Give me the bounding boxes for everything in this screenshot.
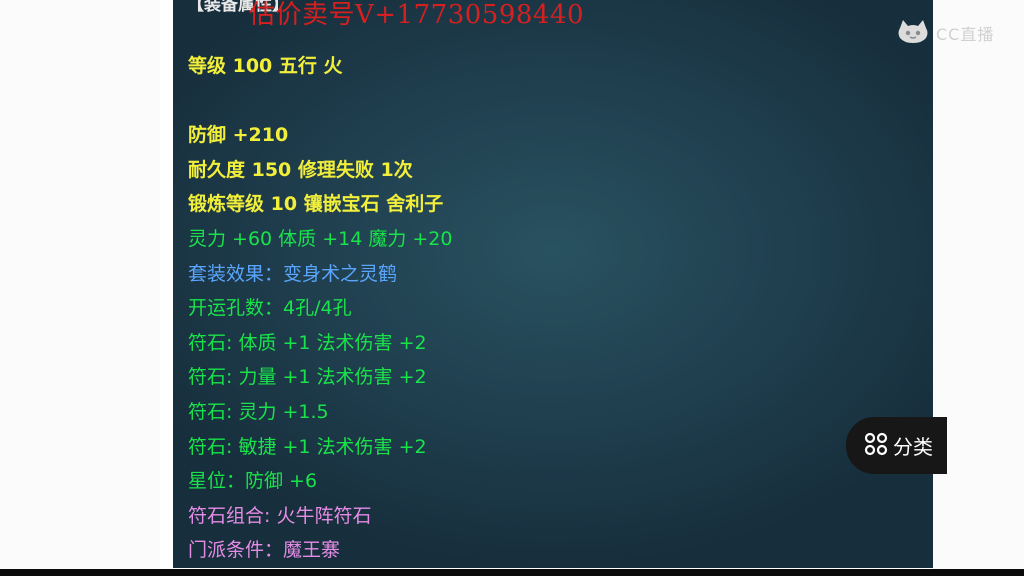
category-button[interactable]: 分类 (846, 417, 947, 474)
grid-icon (864, 432, 888, 460)
stat-line: 耐久度 150 修理失败 1次 (188, 158, 413, 181)
left-letterbox (0, 0, 160, 570)
stat-line: 开运孔数：4孔/4孔 (188, 297, 352, 320)
stat-line: 锻炼等级 10 镶嵌宝石 舍利子 (188, 193, 444, 216)
logo-text: CC直播 (936, 25, 995, 44)
stat-line: 灵力 +60 体质 +14 魔力 +20 (188, 227, 453, 250)
stat-line: 门派条件：魔王寨 (188, 539, 341, 562)
stat-line: 符石: 体质 +1 法术伤害 +2 (188, 331, 427, 354)
stat-line: 符石组合: 火牛阵符石 (188, 504, 372, 527)
bottom-bar (0, 569, 1024, 576)
video-frame: 【装备属性】 估价卖号V+17730598440 等级 100 五行 火防御 +… (0, 0, 1024, 576)
price-watermark: 估价卖号V+17730598440 (249, 0, 585, 30)
stat-line: 等级 100 五行 火 (188, 55, 343, 77)
category-button-label: 分类 (893, 435, 933, 459)
stat-line: 符石: 灵力 +1.5 (188, 400, 329, 423)
stat-line: 套装效果：变身术之灵鹤 (188, 262, 398, 285)
equipment-stats-panel: 【装备属性】 估价卖号V+17730598440 等级 100 五行 火防御 +… (173, 0, 933, 568)
stat-lines: 等级 100 五行 火防御 +210 耐久度 150 修理失败 1次锻炼等级 10… (188, 52, 453, 568)
stat-line: 防御 +210 (188, 124, 289, 147)
cc-live-logo: CC直播 (896, 18, 994, 48)
stat-line: 符石: 敏捷 +1 法术伤害 +2 (188, 435, 427, 458)
cat-face-icon (896, 18, 930, 48)
stat-line: 符石: 力量 +1 法术伤害 +2 (188, 366, 427, 389)
right-letterbox (932, 0, 1024, 570)
stat-line: 星位：防御 +6 (188, 470, 318, 493)
